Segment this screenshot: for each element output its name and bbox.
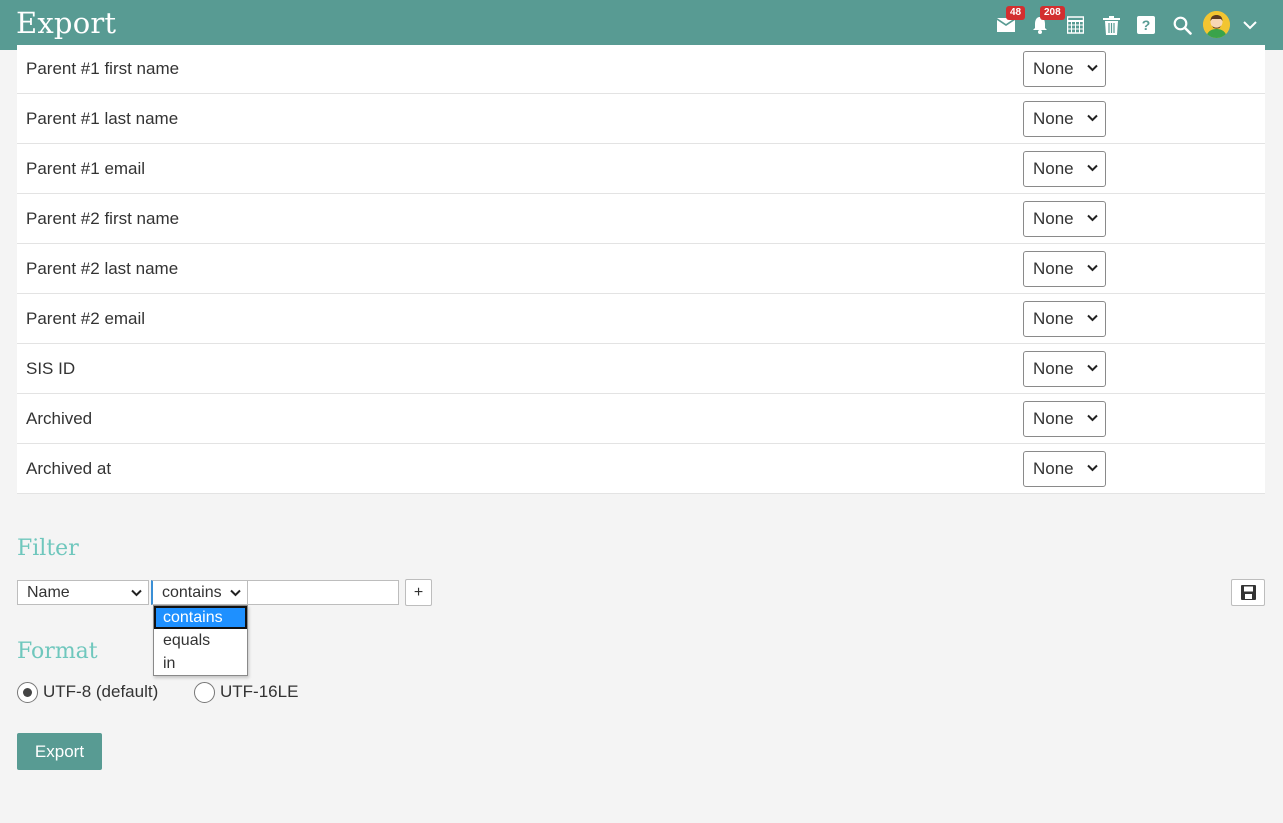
- field-label: SIS ID: [26, 358, 76, 378]
- chevron-down-icon: [1087, 314, 1098, 321]
- operator-option[interactable]: contains: [154, 606, 247, 629]
- field-select-value: None: [1033, 208, 1074, 228]
- mail-button[interactable]: 48: [993, 6, 1026, 38]
- operator-option[interactable]: equals: [154, 629, 247, 652]
- export-button[interactable]: Export: [17, 733, 102, 770]
- svg-text:?: ?: [1142, 17, 1151, 33]
- notifications-badge: 208: [1040, 6, 1065, 20]
- trash-button[interactable]: [1098, 12, 1124, 38]
- chevron-down-icon: [1087, 64, 1098, 72]
- field-row: Parent #2 email None: [17, 294, 1265, 344]
- calendar-icon: [1066, 16, 1084, 34]
- chevron-down-icon: [1243, 20, 1257, 29]
- chevron-down-icon: [1087, 264, 1098, 271]
- field-select[interactable]: None: [1023, 200, 1106, 237]
- user-avatar-icon: [1203, 11, 1230, 38]
- mail-badge: 48: [1006, 6, 1026, 20]
- field-list: Parent #1 first name None Parent #1 last…: [17, 45, 1265, 494]
- field-label: Archived: [26, 408, 93, 428]
- help-button[interactable]: ?: [1133, 12, 1159, 38]
- utf16le-label[interactable]: UTF-16LE: [220, 682, 298, 702]
- field-row: Parent #1 last name None: [17, 94, 1265, 144]
- avatar[interactable]: [1203, 11, 1230, 38]
- field-label: Parent #2 first name: [26, 208, 180, 228]
- chevron-down-icon: [131, 589, 142, 597]
- field-label: Parent #1 first name: [26, 59, 180, 78]
- chevron-down-icon: [1087, 464, 1098, 471]
- search-icon: [1173, 16, 1192, 35]
- utf16le-radio[interactable]: [194, 682, 215, 703]
- field-row: Parent #1 email None: [17, 144, 1265, 194]
- radio-checked-dot: [23, 688, 32, 697]
- filter-heading: Filter: [17, 536, 79, 561]
- user-menu-toggle[interactable]: [1237, 12, 1263, 38]
- field-row: Archived None: [17, 394, 1265, 444]
- search-button[interactable]: [1169, 12, 1195, 38]
- filter-operator-value: contains: [162, 583, 222, 601]
- filter-value-input[interactable]: [247, 580, 399, 605]
- field-select[interactable]: None: [1023, 400, 1106, 437]
- operator-option[interactable]: in: [154, 652, 247, 675]
- field-row: Parent #2 first name None: [17, 194, 1265, 244]
- field-select[interactable]: None: [1023, 350, 1106, 387]
- field-select[interactable]: None: [1023, 51, 1106, 87]
- field-select-value: None: [1033, 108, 1074, 128]
- field-select[interactable]: None: [1023, 150, 1106, 187]
- field-label: Parent #2 email: [26, 308, 146, 328]
- field-select[interactable]: None: [1023, 250, 1106, 287]
- field-label: Parent #1 last name: [26, 108, 179, 128]
- chevron-down-icon: [1087, 214, 1098, 221]
- trash-icon: [1102, 15, 1120, 35]
- calendar-button[interactable]: [1062, 12, 1088, 38]
- field-label: Archived at: [26, 458, 112, 478]
- field-select[interactable]: None: [1023, 450, 1106, 487]
- field-row: Parent #1 first name None: [17, 45, 1265, 94]
- add-filter-label: +: [413, 583, 424, 601]
- field-label: Parent #2 last name: [26, 258, 179, 278]
- top-bar: Export 48 208 ?: [0, 0, 1283, 50]
- field-select[interactable]: None: [1023, 300, 1106, 337]
- field-select-value: None: [1033, 308, 1074, 328]
- field-label: Parent #1 email: [26, 158, 146, 178]
- filter-operator-select[interactable]: contains: [151, 580, 248, 605]
- field-row: Parent #2 last name None: [17, 244, 1265, 294]
- field-select[interactable]: None: [1023, 100, 1106, 137]
- field-row: Archived at None: [17, 444, 1265, 494]
- notifications-button[interactable]: 208: [1027, 6, 1065, 38]
- operator-dropdown-list: contains equals in: [153, 605, 248, 676]
- filter-field-select[interactable]: Name: [17, 580, 149, 605]
- chevron-down-icon: [230, 589, 241, 597]
- field-select-value: None: [1033, 258, 1074, 278]
- format-heading: Format: [17, 639, 98, 664]
- chevron-down-icon: [1087, 164, 1098, 171]
- chevron-down-icon: [1087, 414, 1098, 421]
- field-select-value: None: [1033, 358, 1074, 378]
- chevron-down-icon: [1087, 114, 1098, 121]
- chevron-down-icon: [1087, 364, 1098, 371]
- field-select-value: None: [1033, 158, 1074, 178]
- field-select-value: None: [1033, 458, 1074, 478]
- field-row: SIS ID None: [17, 344, 1265, 394]
- field-select-value: None: [1033, 59, 1074, 78]
- page-title: Export: [16, 6, 117, 40]
- help-icon: ?: [1137, 16, 1155, 34]
- filter-field-value: Name: [27, 583, 70, 601]
- field-select-value: None: [1033, 408, 1074, 428]
- utf8-label[interactable]: UTF-8 (default): [43, 682, 158, 702]
- save-filter-button[interactable]: [1231, 579, 1265, 606]
- utf8-radio[interactable]: [17, 682, 38, 703]
- add-filter-button[interactable]: +: [405, 579, 432, 606]
- save-icon: [1240, 585, 1256, 600]
